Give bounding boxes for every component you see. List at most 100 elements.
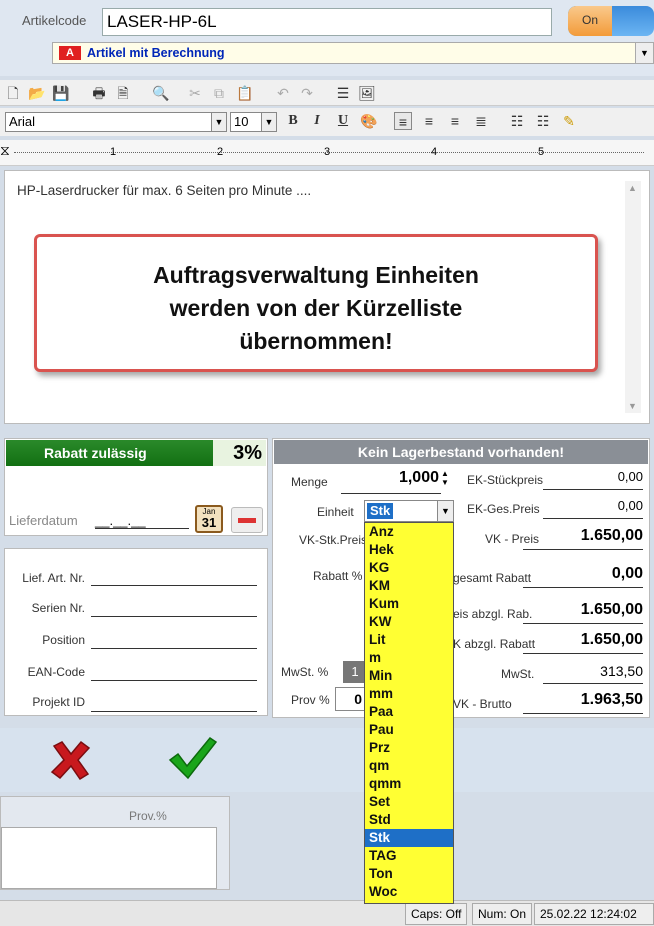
open-folder-icon[interactable]: 📂 [28, 84, 46, 102]
clear-date-button[interactable] [231, 507, 263, 533]
unit-option[interactable]: Ton [365, 865, 453, 883]
indent-marker-icon[interactable]: ⧖ [0, 142, 10, 159]
prov-input[interactable]: 0 [335, 687, 367, 711]
callout-line-3: übernommen! [239, 328, 393, 354]
color-icon[interactable]: 🎨 [360, 112, 378, 130]
net-price-underline [523, 623, 643, 624]
info-callout: Auftragsverwaltung Einheiten werden von … [34, 234, 598, 372]
unit-option[interactable]: KW [365, 613, 453, 631]
vat-value: 313,50 [600, 663, 643, 679]
toggle-label: On [568, 6, 612, 36]
calendar-icon[interactable]: Jan 31 [195, 505, 223, 533]
font-size-select[interactable]: 10 ▼ [230, 112, 277, 132]
chevron-down-icon[interactable]: ▼ [261, 113, 276, 131]
delivery-date-input[interactable]: __.__.__ [95, 513, 189, 529]
underline-button[interactable]: U [334, 112, 352, 130]
quantity-underline [341, 493, 441, 494]
lief-art-input[interactable] [91, 585, 257, 586]
ek-ges-underline [543, 518, 643, 519]
vertical-scrollbar[interactable]: ▲ ▼ [625, 181, 641, 413]
chevron-down-icon[interactable]: ▼ [635, 43, 653, 63]
position-label: Position [42, 633, 85, 647]
align-center-icon[interactable]: ≡ [420, 112, 438, 130]
cancel-button[interactable] [48, 738, 94, 782]
category-combo[interactable]: A Artikel mit Berechnung ▼ [52, 42, 654, 64]
unit-option[interactable]: Stk [365, 829, 453, 847]
copy-icon[interactable]: ⧉ [210, 84, 228, 102]
confirm-button[interactable] [168, 734, 218, 782]
save-icon[interactable]: 💾 [52, 84, 70, 102]
unit-option[interactable]: Set [365, 793, 453, 811]
find-icon[interactable]: 🔍 [152, 84, 170, 102]
category-badge: A [59, 46, 81, 60]
callout-line-2: werden von der Kürzelliste [169, 295, 463, 321]
serien-input[interactable] [91, 616, 257, 617]
image-icon[interactable]: 🖼 [358, 84, 376, 102]
unit-option[interactable]: m [365, 649, 453, 667]
article-code-input[interactable]: LASER-HP-6L [102, 8, 552, 36]
reference-fields: Lief. Art. Nr. Serien Nr. Position EAN-C… [4, 548, 268, 716]
bold-button[interactable]: B [284, 112, 302, 130]
ean-input[interactable] [91, 680, 257, 681]
align-justify-icon[interactable]: ≣ [472, 112, 490, 130]
position-input[interactable] [91, 648, 257, 649]
scroll-up-icon[interactable]: ▲ [628, 183, 637, 193]
code-label: Artikelcode [22, 13, 87, 28]
unit-option[interactable]: Kum [365, 595, 453, 613]
print-preview-icon[interactable]: 🗎 [114, 84, 132, 102]
highlight-icon[interactable]: ✎ [560, 112, 578, 130]
chevron-down-icon[interactable]: ▼ [437, 501, 453, 521]
article-header: Artikelcode LASER-HP-6L On A Artikel mit… [0, 0, 654, 76]
unit-label: Einheit [317, 505, 354, 519]
redo-icon[interactable]: ↷ [298, 84, 316, 102]
numbered-list-icon[interactable]: ☷ [534, 112, 552, 130]
projekt-input[interactable] [91, 711, 257, 712]
unit-option[interactable]: Prz [365, 739, 453, 757]
cut-icon[interactable]: ✂ [186, 84, 204, 102]
unit-dropdown-list[interactable]: Anz Hek KG KM Kum KW Lit m Min mm Paa Pau Prz qm qmm Se… [364, 522, 454, 904]
chevron-down-icon[interactable]: ▼ [211, 113, 226, 131]
paragraph-icon[interactable]: ☰ [334, 84, 352, 102]
provision-grid[interactable] [1, 827, 217, 889]
unit-option[interactable]: Std [365, 811, 453, 829]
unit-option[interactable]: qmm [365, 775, 453, 793]
vk-price-value[interactable]: 1.650,00 [523, 527, 643, 545]
paste-icon[interactable]: 📋 [236, 84, 254, 102]
calendar-day: 31 [201, 515, 217, 530]
unit-option[interactable]: Paa [365, 703, 453, 721]
quantity-value[interactable]: 1,000 [373, 469, 439, 487]
unit-option[interactable]: Anz [365, 523, 453, 541]
new-document-icon[interactable]: 🗋 [4, 84, 22, 102]
unit-option[interactable]: Woc [365, 883, 453, 901]
unit-option[interactable]: qm [365, 757, 453, 775]
print-icon[interactable]: 🖶 [90, 84, 108, 102]
quantity-stepper[interactable]: ▲ ▼ [441, 469, 449, 487]
unit-option[interactable]: KM [365, 577, 453, 595]
prov-label: Prov % [291, 693, 330, 707]
gross-value: 1.963,50 [580, 691, 643, 708]
mwst-percent-label: MwSt. % [281, 665, 329, 679]
unit-option[interactable]: mm [365, 685, 453, 703]
unit-option[interactable]: Hek [365, 541, 453, 559]
quantity-label: Menge [291, 475, 328, 489]
align-left-icon[interactable]: ≡ [394, 112, 412, 130]
bullet-list-icon[interactable]: ☷ [508, 112, 526, 130]
undo-icon[interactable]: ↶ [274, 84, 292, 102]
scroll-down-icon[interactable]: ▼ [628, 401, 637, 411]
stock-header: Kein Lagerbestand vorhanden! [274, 440, 648, 464]
unit-option[interactable]: Pau [365, 721, 453, 739]
unit-option[interactable]: Lit [365, 631, 453, 649]
align-right-icon[interactable]: ≡ [446, 112, 464, 130]
font-select[interactable]: Arial ▼ [5, 112, 227, 132]
italic-button[interactable]: I [308, 112, 326, 130]
unit-option[interactable]: KG [365, 559, 453, 577]
unit-option[interactable]: Min [365, 667, 453, 685]
ek-stk-value: 0,00 [617, 469, 643, 484]
discount-percent: 3% [213, 440, 266, 466]
category-text: Artikel mit Berechnung [87, 46, 225, 60]
unit-select[interactable]: Stk ▼ [364, 500, 454, 522]
unit-option[interactable]: TAG [365, 847, 453, 865]
checkmark-icon [168, 736, 218, 780]
on-toggle[interactable]: On [568, 6, 654, 36]
gross-label: VK - Brutto [453, 697, 512, 711]
